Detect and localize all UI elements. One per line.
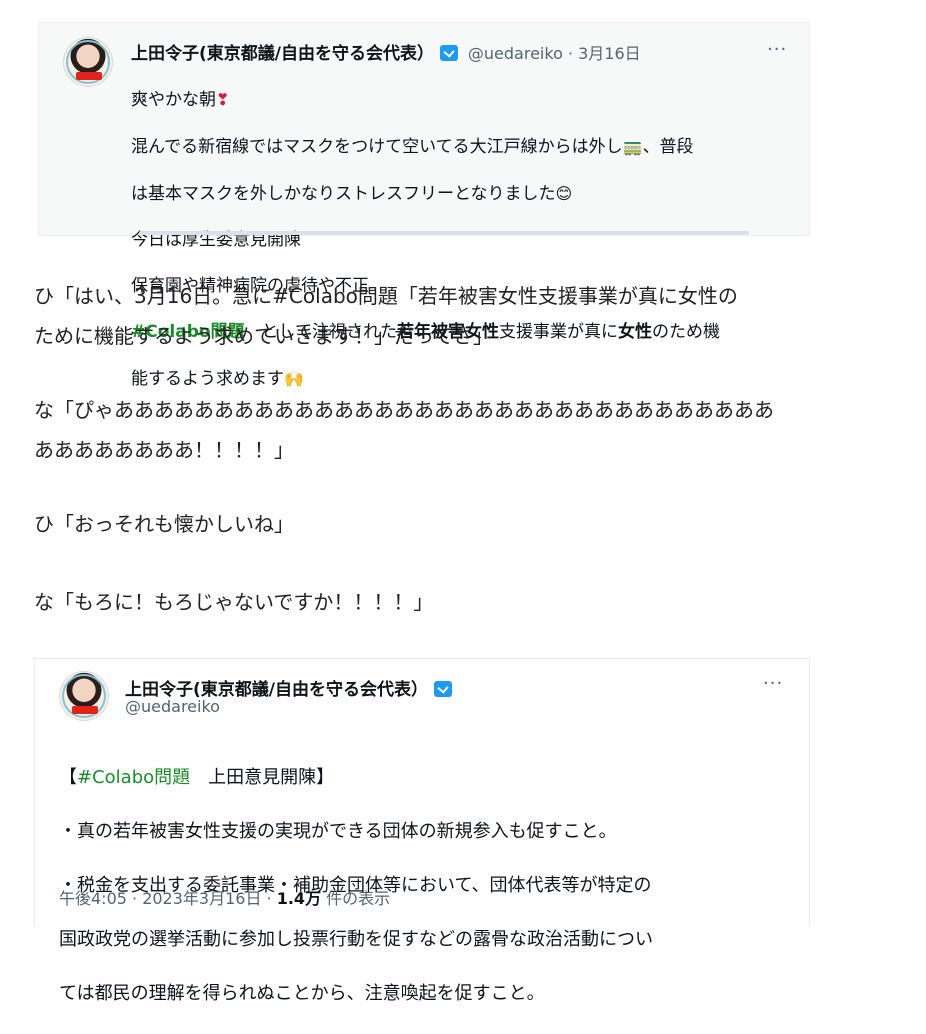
tweet-card-1[interactable]: 上田令子(東京都議/自由を守る会代表） @uedareiko · 3月16日 ·… <box>38 22 810 389</box>
smile-icon: 😊 <box>555 184 573 203</box>
view-count-label: 件の表示 <box>321 889 391 908</box>
author-handle[interactable]: @uedareiko <box>125 697 220 716</box>
tweet-line: 混んでる新宿線ではマスクをつけて空いてる大江戸線からは外し🚃、普段 <box>131 137 694 157</box>
tweet-timestamp[interactable]: 午後4:05 · 2023年3月16日 · <box>59 889 277 908</box>
author-avatar[interactable] <box>63 37 113 87</box>
tweet-line: ・真の若年被害女性支援の実現ができる団体の新規参入も促すこと。 <box>59 821 617 842</box>
tweet-line: ては都民の理解を得られぬことから、注意喚起を促すこと。 <box>59 983 545 1004</box>
media-edge <box>139 231 749 235</box>
tweet-line: 爽やかな朝❣ <box>131 90 230 110</box>
view-count: 1.4万 <box>276 889 322 908</box>
train-icon: 🚃 <box>622 137 643 156</box>
handle-and-date[interactable]: @uedareiko · 3月16日 <box>468 44 641 63</box>
author-avatar[interactable] <box>59 671 109 721</box>
tweet-card-2[interactable]: 上田令子(東京都議/自由を守る会代表） @uedareiko ··· 【#Col… <box>34 658 810 1004</box>
tweet-body: 爽やかな朝❣ 混んでる新宿線ではマスクをつけて空いてる大江戸線からは外し🚃、普段… <box>131 65 791 414</box>
author-name[interactable]: 上田令子(東京都議/自由を守る会代表） @uedareiko · 3月16日 <box>131 39 641 64</box>
hashtag-link[interactable]: #Colabo問題 <box>77 767 190 788</box>
tweet-meta: 午後4:05 · 2023年3月16日 · 1.4万 件の表示 <box>59 885 390 909</box>
author-name-text: 上田令子(東京都議/自由を守る会代表） <box>131 44 434 64</box>
verified-badge-icon <box>439 45 458 61</box>
dialogue-1: ひ「はい、3月16日。急に#Colabo問題「若年被害女性支援事業が真に女性のた… <box>34 284 738 348</box>
tweet-line: 能するよう求めます🙌 <box>131 369 304 389</box>
more-options-icon[interactable]: ··· <box>763 673 783 694</box>
more-options-icon[interactable]: ··· <box>767 39 787 60</box>
tweet-line: 国政政党の選挙活動に参加し投票行動を促すなどの露骨な政治活動につい <box>59 929 653 950</box>
verified-badge-icon <box>433 681 452 697</box>
raised-hands-icon: 🙌 <box>284 369 304 388</box>
tweet-line: 【#Colabo問題 上田意見開陳】 <box>59 767 335 788</box>
dialogue-4: な「もろに！もろじゃないですか！！！！」 <box>34 590 434 614</box>
heart-exclamation-icon: ❣ <box>216 90 230 109</box>
tweet-line: は基本マスクを外しかなりストレスフリーとなりました😊 <box>131 184 573 204</box>
dialogue-2: な「ぴゃあああああああああああああああああああああああああああああああああ あああ… <box>34 398 774 462</box>
dialogue-3: ひ「おっそれも懐かしいね」 <box>34 512 294 536</box>
